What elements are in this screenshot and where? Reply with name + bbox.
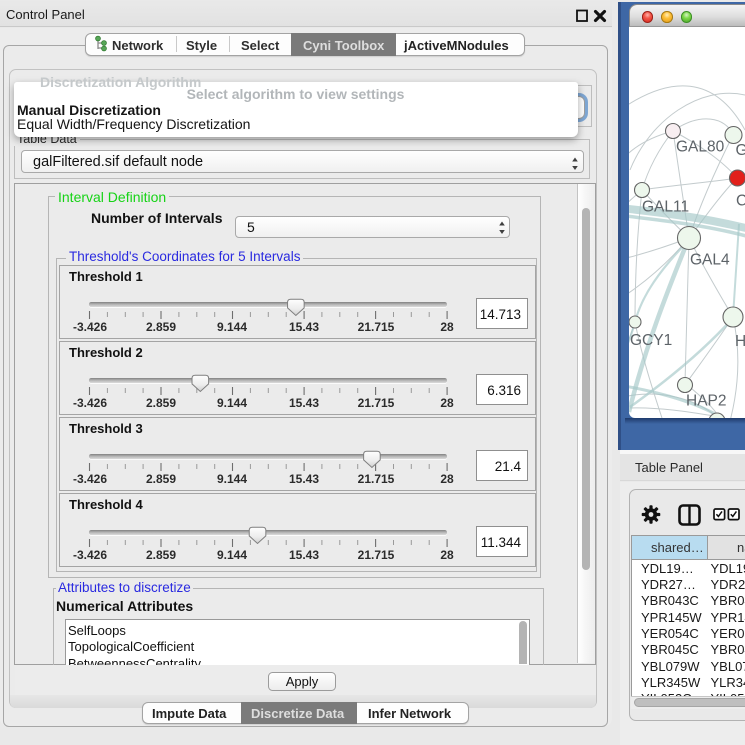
- svg-text:GCY1: GCY1: [630, 332, 672, 349]
- svg-text:CO: CO: [736, 193, 745, 210]
- svg-text:GAL80: GAL80: [676, 139, 725, 156]
- svg-text:HA: HA: [735, 333, 745, 350]
- svg-text:GA: GA: [736, 142, 745, 159]
- svg-text:GAL4: GAL4: [690, 252, 730, 269]
- svg-text:GAL11: GAL11: [642, 199, 689, 216]
- svg-text:HAP2: HAP2: [686, 393, 727, 410]
